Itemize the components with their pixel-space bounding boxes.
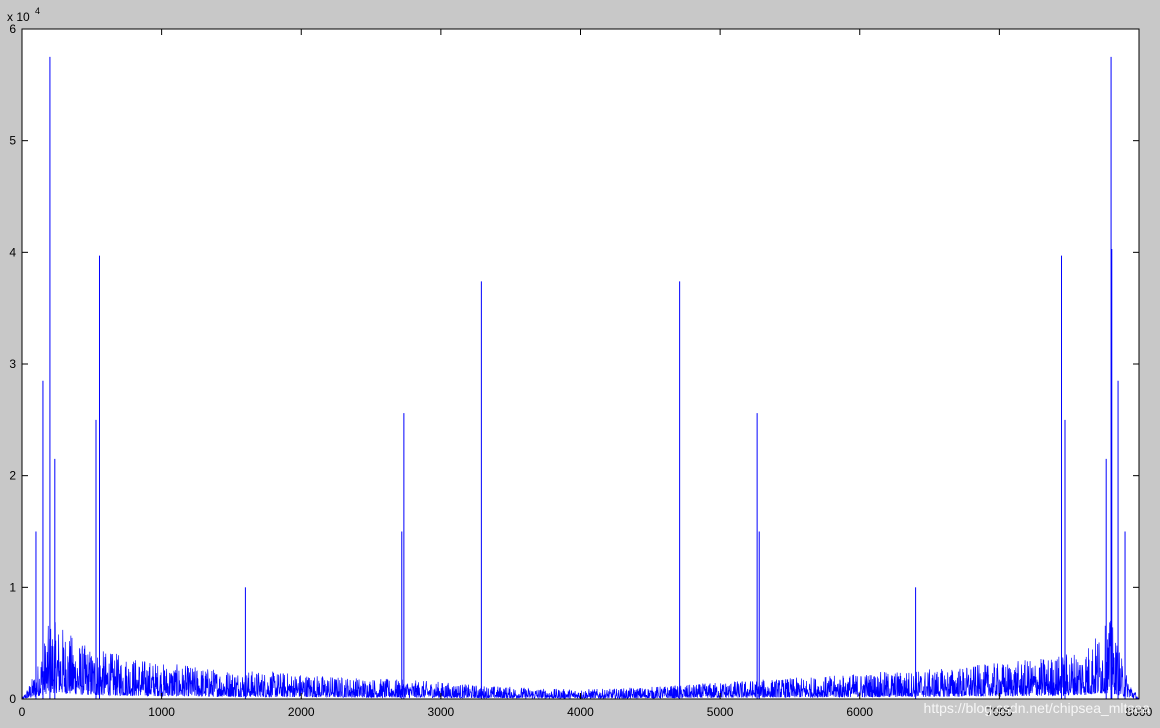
x-tick-label: 2000 (288, 705, 315, 719)
x-tick-label: 5000 (707, 705, 734, 719)
figure: 0 1000 2000 3000 4000 5000 6000 7000 8000 012345… (0, 0, 1160, 728)
x-tick-label: 1000 (148, 705, 175, 719)
y-tick-label: 1 (9, 580, 16, 594)
y-tick-label: 5 (9, 134, 16, 148)
y-exponent-base: x 10 (7, 10, 30, 24)
plot-area (22, 29, 1139, 699)
x-tick-label: 3000 (428, 705, 455, 719)
x-tick-label: 6000 (846, 705, 873, 719)
y-tick-label: 6 (9, 22, 16, 36)
y-exponent-power: 4 (35, 6, 40, 16)
y-tick-label: 4 (9, 245, 16, 259)
y-tick-label: 2 (9, 469, 16, 483)
y-tick-label: 3 (9, 357, 16, 371)
y-tick-label: 0 (9, 692, 16, 706)
watermark-text: https://blog.csdn.net/chipsea_mltsea (924, 700, 1151, 716)
x-tick-label: 4000 (567, 705, 594, 719)
x-tick-label: 0 (19, 705, 26, 719)
